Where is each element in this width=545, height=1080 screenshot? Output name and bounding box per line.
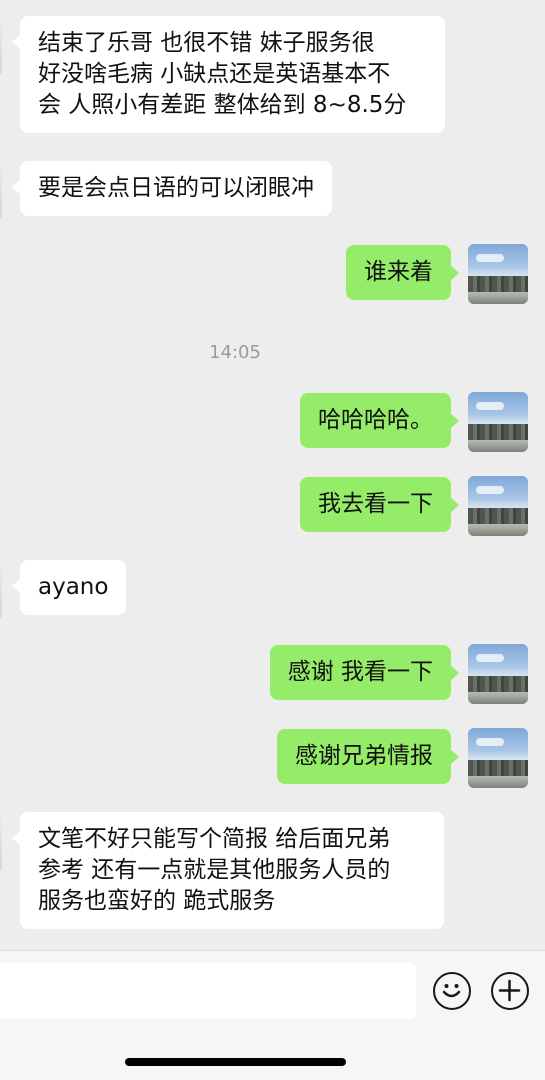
city-shape — [468, 424, 528, 440]
contact-avatar[interactable] — [0, 562, 2, 620]
message-line: 结束了乐哥 也很不错 妹子服务很 — [38, 30, 375, 56]
cloud-shape — [476, 738, 504, 746]
city-shape — [468, 676, 528, 692]
message-line: 要是会点日语的可以闭眼冲 — [38, 175, 314, 201]
contact-avatar[interactable] — [0, 18, 2, 76]
city-shape — [468, 760, 528, 776]
contact-avatar[interactable] — [0, 814, 2, 872]
message-bubble-outgoing[interactable]: 感谢兄弟情报 — [277, 729, 459, 784]
emoji-button[interactable] — [433, 972, 471, 1010]
emoji-icon — [442, 984, 461, 998]
road-shape — [468, 692, 528, 704]
message-line: 我去看一下 — [318, 491, 433, 517]
home-indicator — [125, 1058, 346, 1066]
message-bubble-outgoing[interactable]: 我去看一下 — [300, 477, 459, 532]
cloud-shape — [476, 486, 504, 494]
plus-icon — [498, 979, 521, 1002]
message-line: 好没啥毛病 小缺点还是英语基本不 — [38, 61, 391, 87]
road-shape — [468, 776, 528, 788]
message-line: 参考 还有一点就是其他服务人员的 — [38, 857, 391, 883]
my-avatar[interactable] — [468, 644, 528, 704]
my-avatar[interactable] — [468, 728, 528, 788]
plus-button[interactable] — [491, 972, 529, 1010]
message-line: 感谢 我看一下 — [287, 659, 433, 685]
message-line: 谁来着 — [364, 259, 433, 285]
city-shape — [468, 508, 528, 524]
message-line: 会 人照小有差距 整体给到 8~8.5分 — [38, 92, 407, 118]
road-shape — [468, 292, 528, 304]
message-line: 文笔不好只能写个简报 给后面兄弟 — [38, 826, 391, 852]
road-shape — [468, 524, 528, 536]
my-avatar[interactable] — [468, 392, 528, 452]
message-bubble-incoming[interactable]: 结束了乐哥 也很不错 妹子服务很 好没啥毛病 小缺点还是英语基本不 会 人照小有… — [12, 16, 445, 133]
message-bubble-outgoing[interactable]: 感谢 我看一下 — [269, 645, 460, 700]
road-shape — [468, 440, 528, 452]
message-line: 哈哈哈哈。 — [318, 407, 433, 433]
message-timestamp: 14:05 — [209, 342, 261, 363]
cloud-shape — [476, 654, 504, 662]
message-line: ayano — [38, 574, 109, 600]
cloud-shape — [476, 402, 504, 410]
message-bubble-outgoing[interactable]: 谁来着 — [346, 245, 459, 300]
my-avatar[interactable] — [468, 476, 528, 536]
cloud-shape — [476, 254, 504, 262]
my-avatar[interactable] — [468, 244, 528, 304]
contact-avatar[interactable] — [0, 163, 2, 221]
message-line: 感谢兄弟情报 — [295, 743, 433, 769]
chat-area[interactable]: 结束了乐哥 也很不错 妹子服务很 好没啥毛病 小缺点还是英语基本不 会 人照小有… — [0, 0, 545, 950]
message-bubble-incoming[interactable]: 要是会点日语的可以闭眼冲 — [12, 161, 332, 216]
message-bubble-incoming[interactable]: ayano — [11, 560, 127, 615]
message-input[interactable] — [0, 963, 416, 1019]
message-line: 服务也蛮好的 跪式服务 — [38, 888, 276, 914]
city-shape — [468, 276, 528, 292]
message-bubble-incoming[interactable]: 文笔不好只能写个简报 给后面兄弟 参考 还有一点就是其他服务人员的 服务也蛮好的… — [12, 812, 444, 929]
message-bubble-outgoing[interactable]: 哈哈哈哈。 — [300, 393, 459, 448]
